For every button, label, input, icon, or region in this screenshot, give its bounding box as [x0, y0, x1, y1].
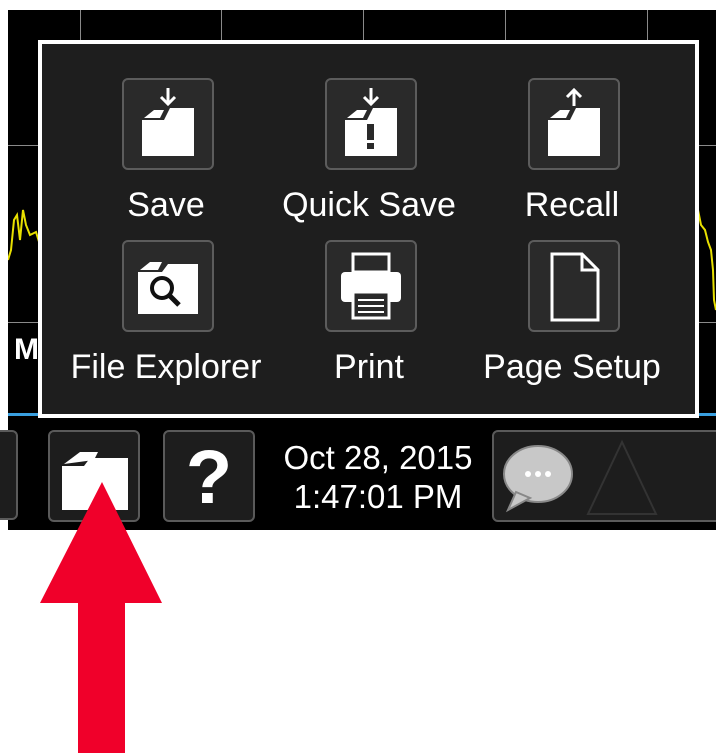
red-arrow-annotation [40, 482, 162, 753]
